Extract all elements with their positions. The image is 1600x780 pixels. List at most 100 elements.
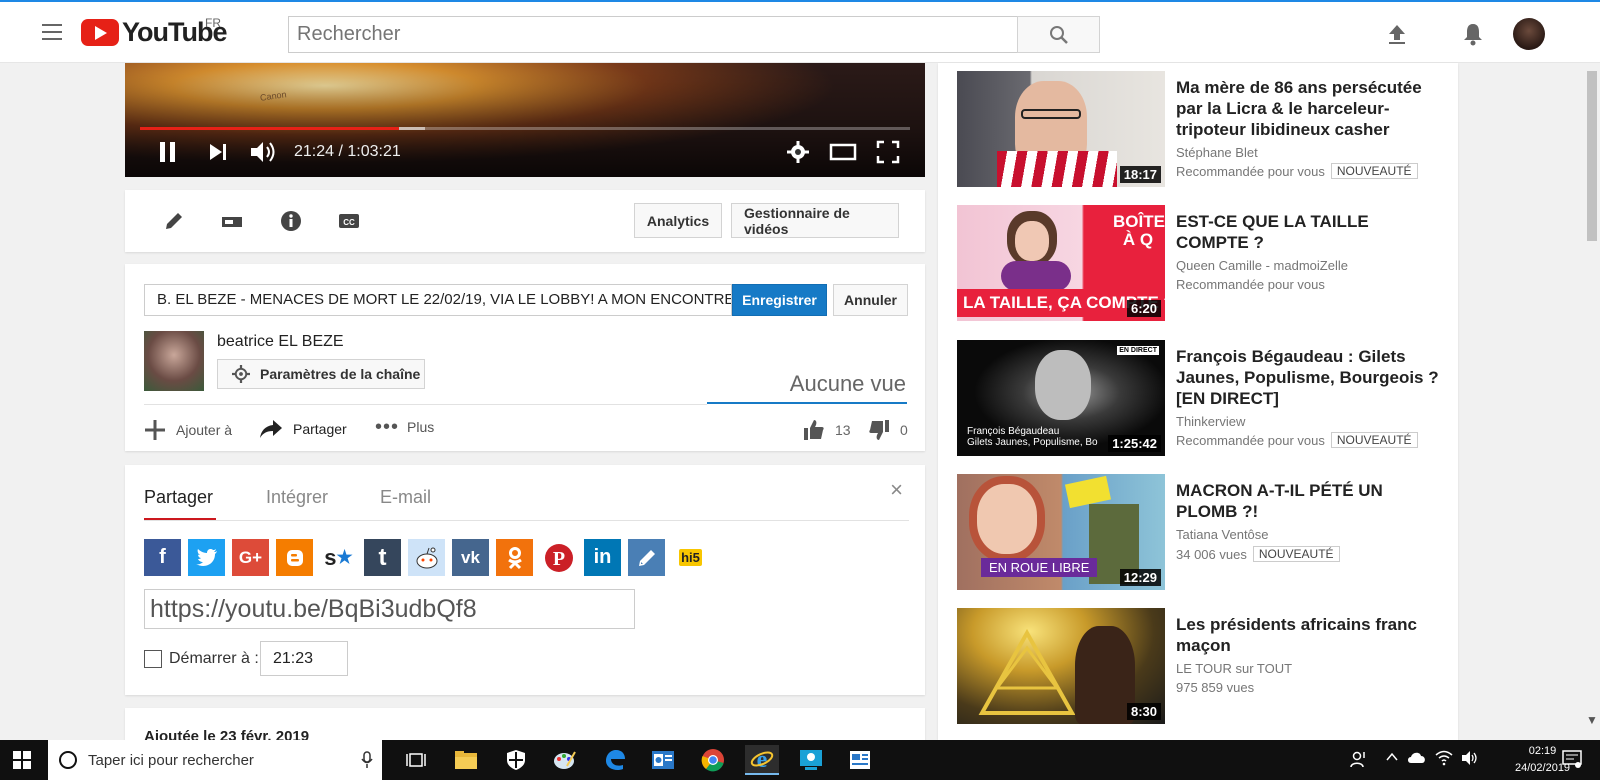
edge-browser-icon[interactable] bbox=[598, 745, 632, 775]
video-title[interactable]: François Bégaudeau : Gilets Jaunes, Popu… bbox=[1176, 346, 1446, 409]
related-video[interactable]: 8:30 Les présidents africains franc maço… bbox=[957, 608, 1447, 726]
more-button[interactable]: ••• Plus bbox=[375, 417, 434, 437]
related-video[interactable]: EN ROUE LIBRE 12:29 MACRON A-T-IL PÉTÉ U… bbox=[957, 474, 1447, 592]
video-thumbnail[interactable]: EN ROUE LIBRE 12:29 bbox=[957, 474, 1165, 590]
live-badge: EN DIRECT bbox=[1117, 346, 1159, 355]
stumbleupon-icon[interactable]: s ★ bbox=[320, 539, 357, 576]
onedrive-cloud-icon[interactable] bbox=[1407, 750, 1427, 767]
guide-menu-icon[interactable] bbox=[42, 24, 62, 40]
video-title[interactable]: Les présidents africains franc maçon bbox=[1176, 614, 1446, 656]
start-at-checkbox[interactable] bbox=[144, 650, 162, 668]
video-title[interactable]: MACRON A-T-IL PÉTÉ UN PLOMB ?! bbox=[1176, 480, 1446, 522]
related-video[interactable]: BOÎTE À Q LA TAILLE, ÇA COMPTE ? 6:20 ES… bbox=[957, 205, 1447, 323]
cancel-button[interactable]: Annuler bbox=[833, 284, 908, 316]
edit-pencil-icon[interactable] bbox=[161, 208, 187, 234]
volume-speaker-icon[interactable] bbox=[1461, 750, 1479, 769]
reddit-icon[interactable] bbox=[408, 539, 445, 576]
tab-embed[interactable]: Intégrer bbox=[266, 487, 328, 508]
hi5-icon[interactable]: hi5 bbox=[672, 539, 709, 576]
odnoklassniki-icon[interactable] bbox=[496, 539, 533, 576]
volume-icon[interactable] bbox=[249, 140, 277, 164]
channel-name[interactable]: Tatiana Ventôse bbox=[1176, 527, 1269, 542]
channel-name[interactable]: Queen Camille - madmoiZelle bbox=[1176, 258, 1348, 273]
facebook-icon[interactable]: f bbox=[144, 539, 181, 576]
taskbar-search[interactable]: Taper ici pour rechercher bbox=[48, 740, 382, 780]
paint-icon[interactable] bbox=[548, 745, 582, 775]
tab-email[interactable]: E-mail bbox=[380, 487, 431, 508]
subtitles-cc-icon[interactable]: CC bbox=[336, 208, 362, 234]
video-meta: Recommandée pour vous NOUVEAUTÉ bbox=[1176, 432, 1418, 448]
vk-icon[interactable]: vk bbox=[452, 539, 489, 576]
people-icon[interactable] bbox=[1350, 750, 1368, 771]
add-to-button[interactable]: Ajouter à bbox=[144, 419, 232, 441]
share-url-field[interactable] bbox=[144, 589, 635, 629]
tab-share[interactable]: Partager bbox=[144, 487, 213, 508]
scrollbar-thumb[interactable] bbox=[1587, 71, 1597, 241]
wifi-icon[interactable] bbox=[1435, 750, 1453, 769]
fullscreen-icon[interactable] bbox=[876, 140, 900, 164]
blogger-icon[interactable] bbox=[276, 539, 313, 576]
time-display: 21:24 / 1:03:21 bbox=[294, 143, 401, 160]
dislike-button[interactable]: 0 bbox=[868, 419, 908, 441]
video-thumbnail[interactable]: 18:17 bbox=[957, 71, 1165, 187]
task-view-icon[interactable] bbox=[399, 745, 433, 775]
search-input[interactable] bbox=[288, 16, 1018, 53]
share-button[interactable]: Partager bbox=[259, 419, 347, 439]
internet-explorer-icon[interactable]: e bbox=[745, 745, 779, 775]
channel-name[interactable]: Thinkerview bbox=[1176, 414, 1245, 429]
video-player[interactable]: Canon 21:24 / 1:03:21 bbox=[125, 63, 925, 177]
start-time-field[interactable]: 21:23 bbox=[260, 641, 348, 676]
video-manager-button[interactable]: Gestionnaire de vidéos bbox=[731, 203, 899, 238]
news-app-icon[interactable] bbox=[843, 745, 877, 775]
settings-gear-icon[interactable] bbox=[786, 140, 810, 164]
outlook-mail-icon[interactable] bbox=[646, 745, 680, 775]
microphone-icon[interactable] bbox=[361, 751, 373, 769]
search-button[interactable] bbox=[1017, 16, 1100, 53]
thumbnail-face bbox=[1015, 221, 1049, 261]
chrome-browser-icon[interactable] bbox=[696, 745, 730, 775]
pause-icon[interactable] bbox=[157, 140, 179, 164]
channel-avatar[interactable] bbox=[144, 331, 204, 391]
video-thumbnail[interactable]: EN DIRECT François Bégaudeau Gilets Jaun… bbox=[957, 340, 1165, 456]
file-explorer-icon[interactable] bbox=[449, 745, 483, 775]
progress-bar[interactable] bbox=[140, 127, 910, 130]
video-title[interactable]: EST-CE QUE LA TAILLE COMPTE ? bbox=[1176, 211, 1446, 253]
video-meta: 34 006 vues NOUVEAUTÉ bbox=[1176, 546, 1340, 562]
show-hidden-icons-chevron-up-icon[interactable] bbox=[1385, 750, 1399, 767]
notifications-bell-icon[interactable] bbox=[1459, 20, 1487, 48]
remote-support-icon[interactable] bbox=[794, 745, 828, 775]
action-center-icon[interactable] bbox=[1562, 750, 1582, 771]
twitter-icon[interactable] bbox=[188, 539, 225, 576]
close-icon[interactable]: × bbox=[890, 477, 903, 503]
livejournal-icon[interactable] bbox=[628, 539, 665, 576]
account-avatar[interactable] bbox=[1513, 18, 1545, 50]
channel-name[interactable]: Stéphane Blet bbox=[1176, 145, 1258, 160]
theater-mode-icon[interactable] bbox=[829, 140, 857, 164]
related-video[interactable]: EN DIRECT François Bégaudeau Gilets Jaun… bbox=[957, 340, 1447, 458]
upload-icon[interactable] bbox=[1383, 20, 1411, 48]
related-videos-sidebar: 18:17 Ma mère de 86 ans persécutée par l… bbox=[938, 63, 1458, 740]
windows-start-icon[interactable] bbox=[13, 751, 31, 769]
channel-name[interactable]: beatrice EL BEZE bbox=[217, 333, 344, 351]
enhancements-icon[interactable] bbox=[219, 208, 245, 234]
channel-settings-button[interactable]: Paramètres de la chaîne bbox=[217, 359, 425, 389]
save-button[interactable]: Enregistrer bbox=[732, 284, 827, 316]
scroll-down-icon[interactable]: ▼ bbox=[1586, 713, 1598, 727]
linkedin-icon[interactable]: in bbox=[584, 539, 621, 576]
video-thumbnail[interactable]: BOÎTE À Q LA TAILLE, ÇA COMPTE ? 6:20 bbox=[957, 205, 1165, 321]
video-thumbnail[interactable]: 8:30 bbox=[957, 608, 1165, 724]
info-icon[interactable] bbox=[278, 208, 304, 234]
pinterest-icon[interactable]: P bbox=[540, 539, 577, 576]
security-shield-icon[interactable] bbox=[499, 745, 533, 775]
google-plus-icon[interactable]: G+ bbox=[232, 539, 269, 576]
channel-name[interactable]: LE TOUR sur TOUT bbox=[1176, 661, 1292, 676]
next-icon[interactable] bbox=[207, 140, 229, 164]
title-edit-field[interactable]: B. EL BEZE - MENACES DE MORT LE 22/02/19… bbox=[144, 284, 732, 316]
tumblr-icon[interactable]: t bbox=[364, 539, 401, 576]
analytics-button[interactable]: Analytics bbox=[634, 203, 722, 238]
related-video[interactable]: 18:17 Ma mère de 86 ans persécutée par l… bbox=[957, 71, 1447, 189]
thumbnail-caption: EN ROUE LIBRE bbox=[981, 558, 1098, 577]
page-scrollbar[interactable]: ▼ bbox=[1583, 63, 1600, 740]
video-title[interactable]: Ma mère de 86 ans persécutée par la Licr… bbox=[1176, 77, 1446, 140]
like-button[interactable]: 13 bbox=[803, 419, 851, 441]
